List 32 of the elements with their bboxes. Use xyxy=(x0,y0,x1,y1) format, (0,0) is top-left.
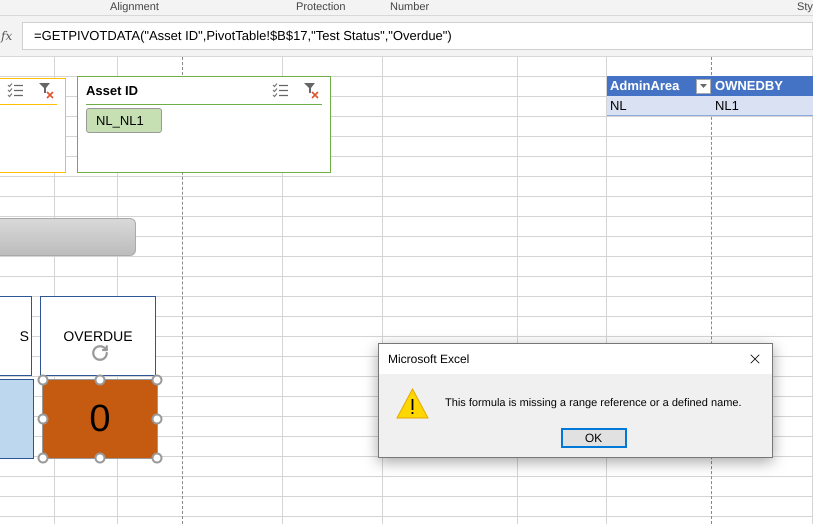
multi-select-icon[interactable] xyxy=(272,82,288,98)
label-shape: S xyxy=(0,296,32,376)
table-cell-text: NL xyxy=(609,96,628,115)
ok-button[interactable]: OK xyxy=(560,428,626,448)
resize-handle[interactable] xyxy=(38,374,48,386)
table-header-cell-text: OWNEDBY xyxy=(714,77,784,96)
function-icon[interactable]: fx xyxy=(0,27,22,45)
ribbon-group-label: Protection xyxy=(296,1,346,14)
filter-dropdown-icon[interactable] xyxy=(696,78,711,94)
resize-handle[interactable] xyxy=(38,452,48,464)
ribbon-group-label: Number xyxy=(390,1,430,14)
slicer-title: Asset ID xyxy=(86,82,140,100)
clear-filter-icon[interactable] xyxy=(39,83,55,99)
rotate-handle-icon[interactable] xyxy=(91,344,109,362)
value-shape: 0 xyxy=(42,379,158,459)
resize-handle[interactable] xyxy=(152,374,162,386)
table-header-cell: AdminArea xyxy=(607,76,712,96)
dialog-title: Microsoft Excel xyxy=(388,351,470,368)
table-cell-text: NL1 xyxy=(714,96,740,115)
resize-handle[interactable] xyxy=(94,452,106,464)
ribbon-group-label: Sty xyxy=(797,1,813,14)
clear-filter-icon[interactable] xyxy=(304,82,320,98)
formula-field[interactable]: =GETPIVOTDATA("Asset ID",PivotTable!$B$17,"Test Status","Overdue") xyxy=(22,22,813,50)
multi-select-icon[interactable] xyxy=(7,83,23,98)
warning-icon xyxy=(396,388,429,419)
slicer-item[interactable]: NL_NL1 xyxy=(86,108,162,133)
resize-handle[interactable] xyxy=(152,414,162,424)
resize-handle[interactable] xyxy=(152,452,162,464)
ribbon-group-label: Alignment xyxy=(110,1,159,14)
dialog-message: This formula is missing a range reference or a defined name. xyxy=(445,396,742,412)
resize-handle[interactable] xyxy=(38,414,48,424)
label-shape: OVERDUE xyxy=(40,296,156,376)
